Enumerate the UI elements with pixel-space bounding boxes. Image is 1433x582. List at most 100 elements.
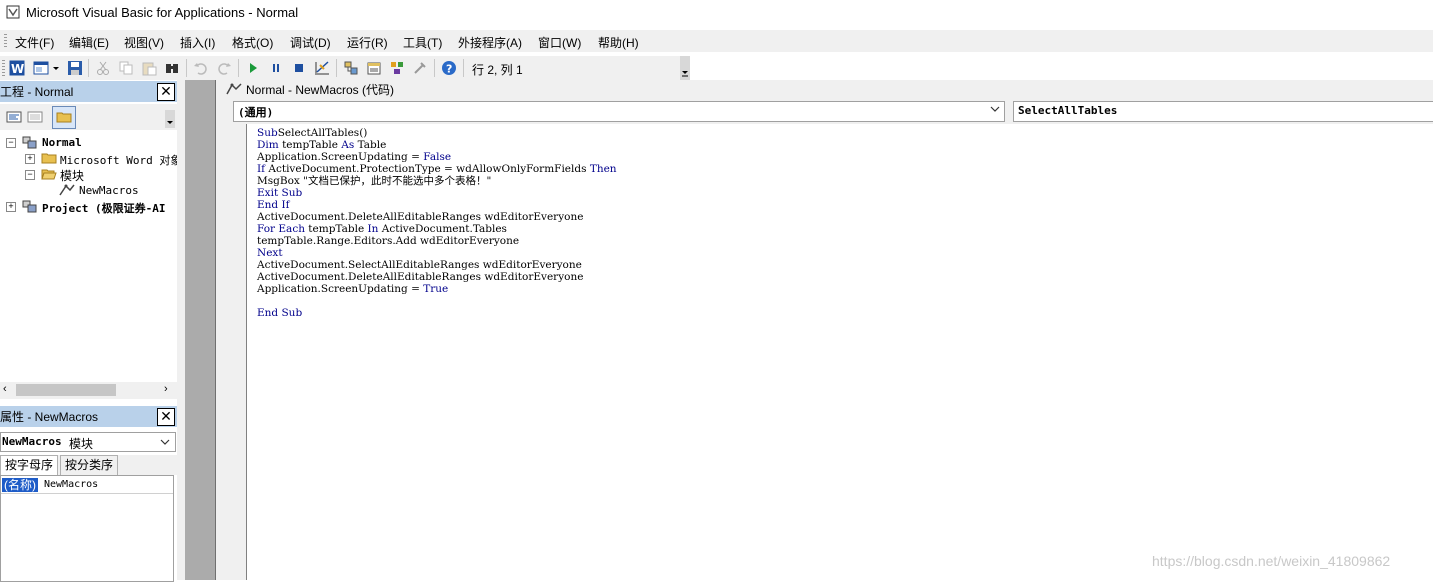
save-icon[interactable] <box>67 60 83 76</box>
object-name: NewMacros <box>2 435 62 448</box>
collapse-normal-toggle[interactable]: − <box>6 138 16 148</box>
menu-tools[interactable]: 工具(T) <box>403 34 442 51</box>
insert-userform-icon[interactable] <box>33 60 49 76</box>
menu-view[interactable]: 视图(V) <box>124 34 164 51</box>
project-close-icon[interactable]: ✕ <box>157 83 175 101</box>
toolbar-separator <box>463 59 464 77</box>
redo-icon[interactable] <box>216 60 232 76</box>
chevron-down-icon[interactable] <box>988 103 1002 120</box>
scroll-thumb[interactable] <box>16 384 116 396</box>
properties-close-icon[interactable]: ✕ <box>157 408 175 426</box>
expand-project-toggle[interactable]: + <box>6 202 16 212</box>
code-margin-indicator-bar[interactable] <box>225 124 247 580</box>
break-icon[interactable] <box>268 60 284 76</box>
code-line[interactable]: End If <box>257 199 290 211</box>
code-line[interactable]: ActiveDocument.DeleteAllEditableRanges w… <box>257 271 583 283</box>
code-line[interactable]: Application.ScreenUpdating = False <box>257 151 451 163</box>
procedure-combobox[interactable]: SelectAllTables <box>1013 101 1433 122</box>
help-icon[interactable]: ? <box>441 60 457 76</box>
code-keyword: Dim <box>257 139 279 151</box>
code-line[interactable]: If ActiveDocument.ProtectionType = wdAll… <box>257 163 617 175</box>
properties-window-icon[interactable] <box>366 60 382 76</box>
toolbar-options-button[interactable] <box>680 56 690 80</box>
menu-grip[interactable] <box>4 34 7 49</box>
tree-item-project[interactable]: Project (极限证券-AI <box>42 200 165 216</box>
pane-splitter[interactable] <box>177 80 185 580</box>
menu-format[interactable]: 格式(O) <box>232 34 273 51</box>
menu-insert[interactable]: 插入(I) <box>180 34 215 51</box>
code-text: Table <box>354 139 387 151</box>
module-icon <box>226 83 242 95</box>
code-line[interactable]: End Sub <box>257 307 302 319</box>
tab-categorized[interactable]: 按分类序 <box>60 455 119 476</box>
code-line[interactable]: SubSelectAllTables() <box>257 127 367 139</box>
code-line[interactable]: Next <box>257 247 283 259</box>
reset-icon[interactable] <box>291 60 307 76</box>
toolbox-icon[interactable] <box>412 60 428 76</box>
project-pane-title: 工程 - Normal <box>0 85 74 99</box>
object-combo-value: (通用) <box>238 106 274 119</box>
standard-toolbar: W ? 行 2, 列 1 <box>0 56 690 80</box>
code-line[interactable]: ActiveDocument.SelectAllEditableRanges w… <box>257 259 582 271</box>
code-keyword: Next <box>257 247 283 259</box>
property-value-cell[interactable]: NewMacros <box>44 478 98 492</box>
expand-word-objects-toggle[interactable]: + <box>25 154 35 164</box>
code-line[interactable]: ActiveDocument.DeleteAllEditableRanges w… <box>257 211 583 223</box>
code-text: Application.ScreenUpdating = <box>257 283 424 295</box>
property-name-cell[interactable]: (名称) <box>2 478 38 492</box>
code-line[interactable]: Dim tempTable As Table <box>257 139 386 151</box>
code-line[interactable]: MsgBox "文档已保护，此时不能选中多个表格！" <box>257 175 491 187</box>
code-editor[interactable]: SubSelectAllTables() Dim tempTable As Tab… <box>247 124 1433 580</box>
toolbar-separator <box>238 59 239 77</box>
object-combobox[interactable]: (通用) <box>233 101 1005 122</box>
tree-item-newmacros[interactable]: NewMacros <box>79 184 139 197</box>
paste-icon[interactable] <box>141 60 157 76</box>
insert-dropdown-icon[interactable] <box>52 60 60 76</box>
property-row-divider <box>1 493 173 494</box>
code-line[interactable]: Exit Sub <box>257 187 302 199</box>
collapse-modules-toggle[interactable]: − <box>25 170 35 180</box>
project-hscrollbar[interactable]: ‹ › <box>0 382 177 399</box>
cut-icon[interactable] <box>95 60 111 76</box>
project-explorer-icon[interactable] <box>343 60 359 76</box>
find-icon[interactable] <box>164 60 180 76</box>
code-line[interactable]: Application.ScreenUpdating = True <box>257 283 448 295</box>
word-icon[interactable]: W <box>9 60 25 76</box>
view-code-icon[interactable] <box>6 109 22 125</box>
code-line[interactable]: For Each tempTable In ActiveDocument.Tab… <box>257 223 507 235</box>
toolbar-separator <box>88 59 89 77</box>
tree-item-normal[interactable]: Normal <box>42 136 82 149</box>
code-line[interactable]: tempTable.Range.Editors.Add wdEditorEver… <box>257 235 519 247</box>
scroll-right-icon[interactable]: › <box>164 383 168 395</box>
chevron-down-icon[interactable] <box>159 437 171 447</box>
toggle-folders-button[interactable] <box>52 106 76 129</box>
code-keyword: Exit Sub <box>257 187 303 199</box>
design-mode-icon[interactable] <box>314 60 330 76</box>
properties-object-select[interactable]: NewMacros 模块 <box>0 432 176 452</box>
undo-icon[interactable] <box>193 60 209 76</box>
menu-run[interactable]: 运行(R) <box>347 34 388 51</box>
code-text: SelectAllTables() <box>277 127 368 139</box>
menu-addins[interactable]: 外接程序(A) <box>458 34 522 51</box>
view-object-icon[interactable] <box>27 109 43 125</box>
tree-item-word-objects[interactable]: Microsoft Word 对象 <box>60 152 181 168</box>
run-icon[interactable] <box>245 60 261 76</box>
tab-alphabetic[interactable]: 按字母序 <box>0 455 59 476</box>
toolbar-separator <box>434 59 435 77</box>
code-text: tempTable.Range.Editors.Add wdEditorEver… <box>257 235 520 247</box>
vba-app-icon <box>6 5 20 19</box>
code-keyword: False <box>423 151 452 163</box>
toolbar-grip[interactable] <box>2 60 5 76</box>
menu-debug[interactable]: 调试(D) <box>290 34 331 51</box>
menu-help[interactable]: 帮助(H) <box>598 34 639 51</box>
copy-icon[interactable] <box>118 60 134 76</box>
code-keyword: End If <box>257 199 290 211</box>
tree-item-modules[interactable]: 模块 <box>60 167 84 184</box>
object-browser-icon[interactable] <box>389 60 405 76</box>
project-tree: − Normal + Microsoft Word 对象 − 模块 NewMac… <box>0 130 181 382</box>
project-toolbar-more[interactable] <box>165 110 175 128</box>
scroll-left-icon[interactable]: ‹ <box>3 383 7 395</box>
menu-window[interactable]: 窗口(W) <box>538 34 581 51</box>
menu-file[interactable]: 文件(F) <box>15 34 54 51</box>
menu-edit[interactable]: 编辑(E) <box>69 34 109 51</box>
